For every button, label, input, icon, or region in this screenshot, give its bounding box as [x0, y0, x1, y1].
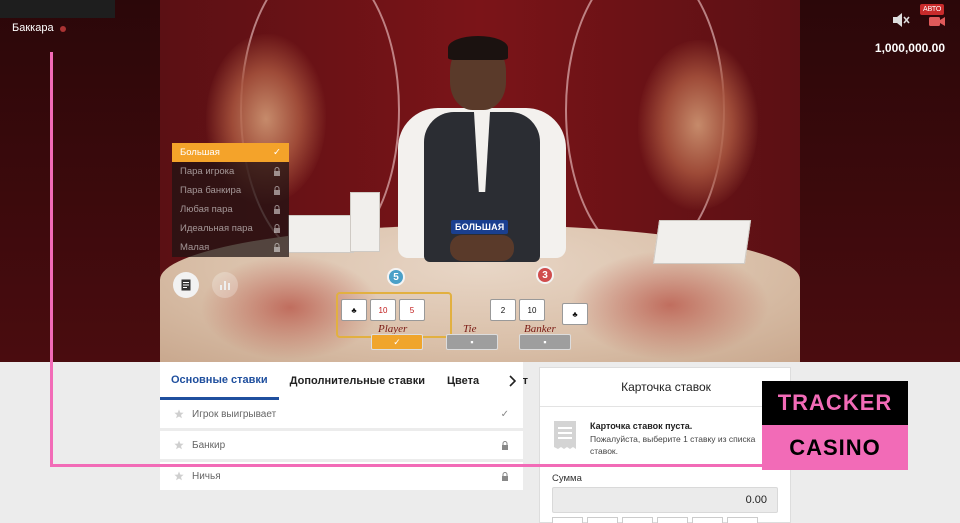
side-bet-label: Пара игрока: [180, 166, 235, 177]
bet-row-player-wins[interactable]: Игрок выигрывает ✓: [160, 400, 523, 428]
player-card-3: 5: [399, 299, 425, 321]
bet-row-label: Ничья: [192, 470, 221, 482]
dealer: [398, 36, 566, 270]
dragon-art-right: [638, 40, 758, 210]
side-bet-label: Любая пара: [180, 204, 233, 215]
banker-bet-spot[interactable]: ▪: [519, 334, 571, 350]
side-bet-label: Пара банкира: [180, 185, 242, 196]
side-bet-label: Малая: [180, 242, 210, 253]
lock-icon: ▪: [543, 337, 547, 347]
side-bet-item-banker-pair[interactable]: Пара банкира: [172, 181, 289, 200]
quick-stake-button[interactable]: [587, 517, 618, 523]
tab-main-bets[interactable]: Основные ставки: [160, 362, 279, 400]
side-bet-list: Большая ✓ Пара игрока Пара банкира Любая…: [172, 143, 289, 257]
video-camera-icon[interactable]: [928, 14, 946, 28]
lock-icon: ▪: [470, 337, 474, 347]
watermark-line-horizontal: [50, 464, 765, 467]
lock-icon: [274, 224, 280, 233]
tab-additional-bets[interactable]: Дополнительные ставки: [279, 362, 436, 400]
check-icon: ✓: [273, 147, 281, 158]
quick-stake-button[interactable]: [727, 517, 758, 523]
side-bet-item-big[interactable]: Большая ✓: [172, 143, 289, 162]
statistics-button[interactable]: [212, 272, 238, 298]
chevron-right-icon: [509, 375, 516, 387]
check-icon: ✓: [393, 336, 401, 347]
felt-dragon-right: [570, 250, 770, 360]
stake-label: Сумма: [552, 473, 582, 484]
side-bet-item-player-pair[interactable]: Пара игрока: [172, 162, 289, 181]
tie-bet-spot[interactable]: ▪: [446, 334, 498, 350]
stake-input[interactable]: 0.00: [552, 487, 778, 513]
player-card-2: 10: [370, 299, 396, 321]
watermark-text-bottom: CASINO: [762, 425, 908, 470]
player-card-1: ♣: [341, 299, 367, 321]
side-bet-item-small[interactable]: Малая: [172, 238, 289, 257]
quick-stake-button[interactable]: [692, 517, 723, 523]
bet-tabs: Основные ставки Дополнительные ставки Цв…: [160, 362, 528, 400]
player-score-badge: 5: [387, 268, 405, 286]
banker-card-1: 2: [490, 299, 516, 321]
player-bet-spot[interactable]: ✓: [371, 334, 423, 350]
bet-slip-empty-desc: Пожалуйста, выберите 1 ставку из списка …: [590, 434, 756, 456]
document-icon: [181, 279, 191, 291]
quick-stake-button[interactable]: [552, 517, 583, 523]
lock-icon: [274, 243, 280, 252]
lock-icon: [274, 205, 280, 214]
bet-slip-title: Карточка ставок: [621, 380, 711, 394]
receipt-icon: [554, 421, 576, 449]
stage-side-left: [0, 0, 160, 362]
star-icon[interactable]: [174, 471, 184, 481]
app-root: БОЛЬШАЯ 5 3 ♣ 10 5 2 10 ♣ Player Tie Ban…: [0, 0, 960, 523]
side-bet-item-perfect-pair[interactable]: Идеальная пара: [172, 219, 289, 238]
watermark-text-top: TRACKER: [762, 381, 908, 425]
mute-icon[interactable]: [892, 12, 910, 28]
lock-icon: [502, 440, 508, 450]
bet-row-label: Банкир: [192, 439, 226, 451]
discard-tray: [652, 220, 752, 264]
check-icon: ✓: [500, 408, 509, 420]
quick-stake-button[interactable]: [622, 517, 653, 523]
bet-row-banker[interactable]: Банкир: [160, 431, 523, 459]
star-icon[interactable]: [174, 409, 184, 419]
balance-display: 1,000,000.00: [874, 41, 945, 55]
side-bet-label: Идеальная пара: [180, 223, 253, 234]
bar-chart-icon: [220, 281, 230, 290]
card-shoe: [288, 215, 354, 253]
stage-topbar: [0, 0, 115, 18]
bet-slip: Карточка ставок Карточка ставок пуста. П…: [539, 367, 792, 523]
watermark-line-vertical: [50, 52, 53, 467]
card-holder: [350, 192, 380, 252]
live-indicator-icon: [60, 26, 66, 32]
divider: [540, 406, 792, 407]
quick-stake-button[interactable]: [657, 517, 688, 523]
bet-row-label: Игрок выигрывает: [192, 408, 277, 420]
watermark-logo: TRACKER CASINO: [762, 381, 908, 470]
side-bet-item-any-pair[interactable]: Любая пара: [172, 200, 289, 219]
bet-list-toggle-button[interactable]: [173, 272, 199, 298]
live-video-stage: БОЛЬШАЯ 5 3 ♣ 10 5 2 10 ♣ Player Tie Ban…: [0, 0, 960, 362]
bet-slip-empty-title: Карточка ставок пуста.: [590, 421, 693, 431]
lock-icon: [502, 471, 508, 481]
game-title: Баккара: [12, 22, 54, 34]
quick-stake-row: [552, 517, 758, 523]
banker-card-3: ♣: [562, 303, 588, 325]
lock-icon: [274, 167, 280, 176]
side-bet-label: Большая: [180, 147, 220, 158]
tab-colors[interactable]: Цвета: [436, 362, 490, 400]
banker-card-2: 10: [519, 299, 545, 321]
tabs-scroll-right-button[interactable]: [501, 362, 523, 400]
banker-score-badge: 3: [536, 266, 554, 284]
lock-icon: [274, 186, 280, 195]
big-result-label: БОЛЬШАЯ: [451, 220, 509, 234]
star-icon[interactable]: [174, 440, 184, 450]
